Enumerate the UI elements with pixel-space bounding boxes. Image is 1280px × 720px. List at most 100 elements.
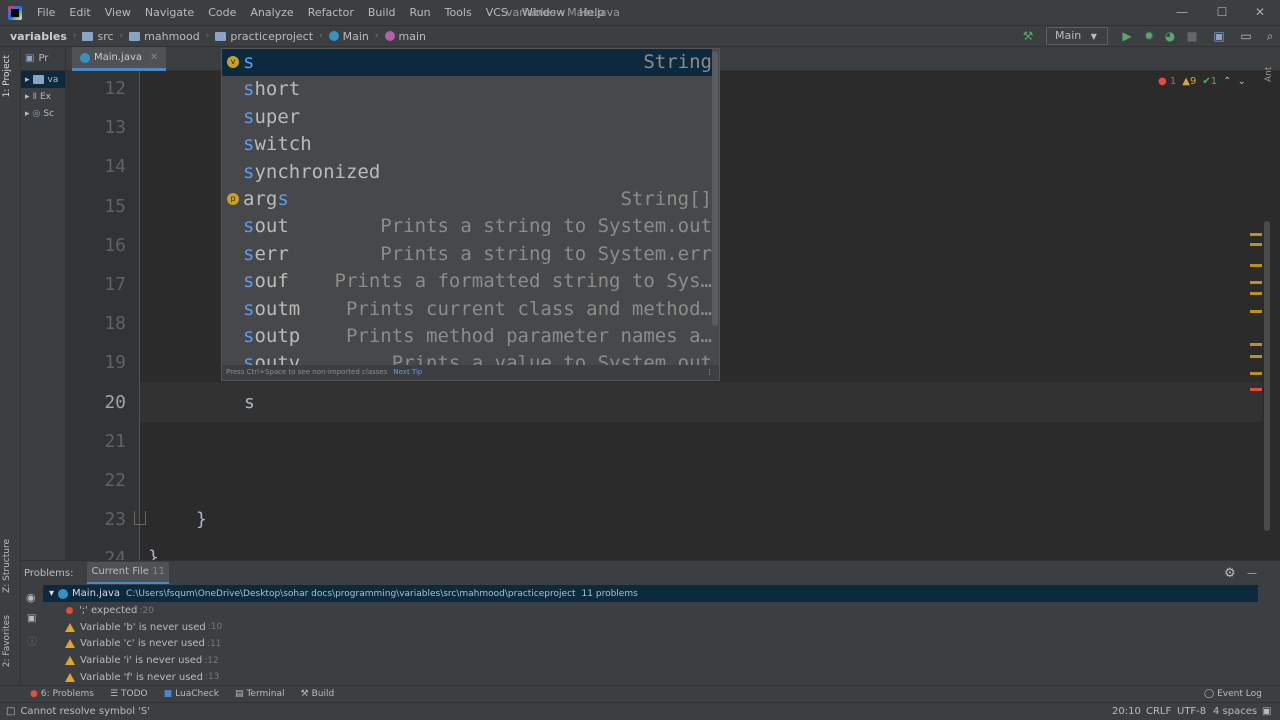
help-icon[interactable]: ⓘ bbox=[27, 633, 37, 648]
coverage-icon[interactable]: ◕ bbox=[1162, 28, 1178, 44]
chevron-up-icon[interactable]: ⌃ bbox=[1223, 76, 1231, 87]
project-tree-row[interactable]: ▸ va bbox=[21, 71, 65, 88]
problems-label: Problems: bbox=[24, 567, 74, 579]
warning-marker[interactable] bbox=[1250, 233, 1262, 236]
breadcrumb-package-mahmood[interactable]: mahmood bbox=[125, 30, 204, 43]
completion-item[interactable]: synchronized bbox=[222, 159, 712, 186]
popup-scrollbar[interactable] bbox=[712, 51, 718, 326]
problem-item[interactable]: Variable 'i' is never used:12 bbox=[43, 652, 1258, 669]
tab-build[interactable]: ⚒ Build bbox=[293, 689, 343, 699]
next-tip-link[interactable]: Next Tip bbox=[393, 368, 422, 376]
problem-item[interactable]: Variable 'b' is never used:10 bbox=[43, 619, 1258, 636]
code-completion-popup[interactable]: v s String short super switch synchronized p arg… bbox=[221, 48, 720, 381]
breadcrumb-src[interactable]: src bbox=[78, 30, 117, 43]
project-tree-row[interactable]: ▸ ◎ Sc bbox=[21, 105, 65, 122]
tab-todo[interactable]: ☰ TODO bbox=[102, 689, 156, 699]
menu-refactor[interactable]: Refactor bbox=[301, 0, 361, 25]
inspection-widget[interactable]: ● 1 ▲9 ✔1 ⌃ ⌄ bbox=[1158, 76, 1246, 87]
build-hammer-icon[interactable]: ⚒ bbox=[1020, 28, 1036, 44]
structure-tool-tab[interactable]: Z: Structure bbox=[2, 539, 12, 593]
chevron-down-icon[interactable]: ⌄ bbox=[1238, 76, 1246, 87]
menu-code[interactable]: Code bbox=[201, 0, 243, 25]
breadcrumb-class-main[interactable]: Main bbox=[325, 30, 373, 43]
layout-icon[interactable]: ▭ bbox=[1238, 28, 1254, 44]
warning-marker[interactable] bbox=[1250, 372, 1262, 375]
warning-marker[interactable] bbox=[1250, 264, 1262, 267]
menu-navigate[interactable]: Navigate bbox=[138, 0, 201, 25]
problems-file-row[interactable]: ▾ Main.java C:\Users\fsqum\OneDrive\Deskt… bbox=[43, 585, 1258, 602]
search-icon[interactable]: ⌕ bbox=[1262, 28, 1278, 44]
problem-item[interactable]: ';' expected:20 bbox=[43, 602, 1258, 619]
completion-item[interactable]: v s String bbox=[222, 49, 712, 76]
completion-item[interactable]: short bbox=[222, 76, 712, 103]
minimize-panel-icon[interactable]: — bbox=[1247, 568, 1257, 579]
menu-analyze[interactable]: Analyze bbox=[243, 0, 300, 25]
completion-item[interactable]: souf Prints a formatted string to Sys… bbox=[222, 268, 712, 295]
code-line-23[interactable]: } bbox=[196, 509, 207, 530]
line-separator[interactable]: CRLF bbox=[1141, 706, 1176, 717]
ant-tool-tab[interactable]: Ant bbox=[1264, 62, 1278, 82]
tab-problems[interactable]: ● 6: Problems bbox=[22, 689, 102, 699]
code-line-24[interactable]: } bbox=[148, 547, 159, 560]
warning-marker[interactable] bbox=[1250, 355, 1262, 358]
gear-icon[interactable]: ⚙ bbox=[1224, 566, 1236, 581]
tab-current-file[interactable]: Current File 11 bbox=[87, 562, 169, 584]
fold-marker-icon[interactable] bbox=[134, 511, 146, 525]
menu-edit[interactable]: Edit bbox=[62, 0, 97, 25]
completion-item-type: Prints method parameter names a… bbox=[345, 325, 712, 347]
event-log-button[interactable]: ◯ Event Log bbox=[1196, 689, 1270, 699]
close-button[interactable]: ✕ bbox=[1240, 0, 1280, 25]
lock-icon[interactable]: ▣ bbox=[1262, 706, 1271, 717]
run-icon[interactable]: ▶ bbox=[1119, 28, 1135, 44]
tab-main-java[interactable]: Main.java ✕ bbox=[72, 47, 167, 71]
warning-marker[interactable] bbox=[1250, 310, 1262, 313]
line-number: 22 bbox=[104, 470, 126, 491]
autoscroll-icon[interactable]: ▣ bbox=[27, 613, 36, 624]
breadcrumb-package-practiceproject[interactable]: practiceproject bbox=[211, 30, 317, 43]
menu-file[interactable]: File bbox=[30, 0, 62, 25]
caret-position[interactable]: 20:10 bbox=[1107, 706, 1146, 717]
file-encoding[interactable]: UTF-8 bbox=[1172, 706, 1211, 717]
scrollbar-thumb[interactable] bbox=[1264, 221, 1270, 531]
warning-marker[interactable] bbox=[1250, 343, 1262, 346]
debug-icon[interactable]: ✹ bbox=[1141, 28, 1157, 44]
breadcrumb-method-main[interactable]: main bbox=[381, 30, 430, 43]
status-layout-icon[interactable]: □ bbox=[6, 706, 15, 717]
problem-item[interactable]: Variable 'c' is never used:11 bbox=[43, 635, 1258, 652]
completion-item[interactable]: serr Prints a string to System.err bbox=[222, 241, 712, 268]
tab-luacheck[interactable]: ■ LuaCheck bbox=[156, 689, 227, 699]
code-line-20[interactable]: s bbox=[244, 392, 265, 413]
completion-item[interactable]: soutm Prints current class and method… bbox=[222, 296, 712, 323]
completion-rest: hort bbox=[254, 78, 301, 101]
menu-run[interactable]: Run bbox=[403, 0, 438, 25]
maximize-button[interactable]: ☐ bbox=[1202, 0, 1242, 25]
warning-marker[interactable] bbox=[1250, 281, 1262, 284]
completion-item[interactable]: switch bbox=[222, 131, 712, 158]
project-structure-icon[interactable]: ▣ bbox=[1211, 28, 1227, 44]
close-tab-icon[interactable]: ✕ bbox=[150, 52, 158, 63]
menu-build[interactable]: Build bbox=[361, 0, 403, 25]
stop-icon[interactable]: ■ bbox=[1184, 28, 1200, 44]
more-options-icon[interactable]: ⋮ bbox=[706, 365, 713, 380]
problem-item[interactable]: Variable 'f' is never used:13 bbox=[43, 669, 1258, 686]
completion-item[interactable]: super bbox=[222, 104, 712, 131]
run-configuration-select[interactable]: Main ▼ bbox=[1046, 27, 1108, 45]
minimize-button[interactable]: — bbox=[1162, 0, 1202, 25]
eye-icon[interactable]: ◉ bbox=[26, 591, 36, 604]
warning-marker[interactable] bbox=[1250, 243, 1262, 246]
editor-scrollbar[interactable] bbox=[1262, 71, 1280, 560]
tab-terminal[interactable]: ▤ Terminal bbox=[227, 689, 293, 699]
breadcrumb-project[interactable]: variables bbox=[0, 30, 71, 43]
project-panel-header[interactable]: ▣ Pr bbox=[21, 47, 65, 71]
project-tool-tab[interactable]: 1: Project bbox=[2, 55, 12, 97]
menu-tools[interactable]: Tools bbox=[438, 0, 479, 25]
error-marker[interactable] bbox=[1250, 388, 1262, 391]
completion-item[interactable]: sout Prints a string to System.out bbox=[222, 213, 712, 240]
warning-marker[interactable] bbox=[1250, 292, 1262, 295]
completion-item[interactable]: p args String[] bbox=[222, 186, 712, 213]
project-tree-row[interactable]: ▸ Ⅱ Ex bbox=[21, 88, 65, 105]
menu-view[interactable]: View bbox=[98, 0, 138, 25]
indent-setting[interactable]: 4 spaces bbox=[1208, 706, 1262, 717]
completion-item[interactable]: soutp Prints method parameter names a… bbox=[222, 323, 712, 350]
favorites-tool-tab[interactable]: 2: Favorites bbox=[2, 615, 12, 667]
